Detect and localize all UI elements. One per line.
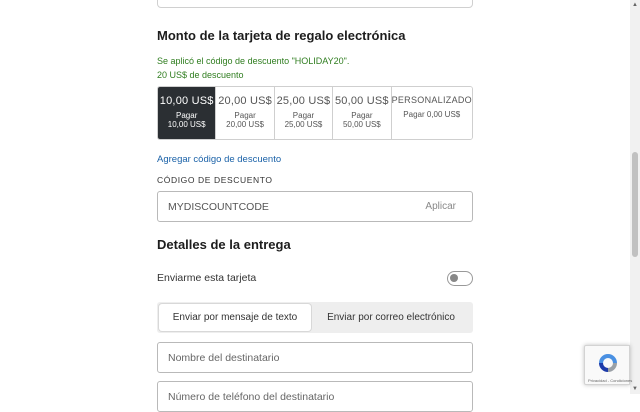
discount-code-input[interactable] xyxy=(158,192,398,221)
amount-pay-value: 50,00 US$ xyxy=(342,120,381,129)
recipient-name-field xyxy=(157,342,473,373)
amount-pay-value: 25,00 US$ xyxy=(284,120,323,129)
add-discount-code-link[interactable]: Agregar código de descuento xyxy=(157,154,281,165)
send-to-me-toggle[interactable] xyxy=(447,271,473,286)
amount-pay-value: 20,00 US$ xyxy=(226,120,264,129)
delivery-details-title: Detalles de la entrega xyxy=(157,237,291,252)
discount-code-label: CÓDIGO DE DESCUENTO xyxy=(157,175,273,185)
toggle-knob xyxy=(450,274,458,282)
amount-option-50[interactable]: 50,00 US$ Pagar 50,00 US$ xyxy=(332,87,391,139)
amount-value: 25,00 US$ xyxy=(276,95,331,107)
amount-pay-label: Pagar xyxy=(234,111,256,120)
scroll-up-arrow-icon[interactable]: ▲ xyxy=(632,2,638,8)
scrollbar-thumb[interactable] xyxy=(632,152,638,257)
apply-discount-button[interactable]: Aplicar xyxy=(425,201,456,212)
recipient-phone-field xyxy=(157,381,473,412)
tab-send-by-email[interactable]: Enviar por correo electrónico xyxy=(311,304,471,331)
recipient-name-input[interactable] xyxy=(158,343,398,372)
previous-input-field[interactable] xyxy=(157,0,473,8)
recaptcha-icon xyxy=(599,354,617,372)
amount-value: 50,00 US$ xyxy=(334,95,389,107)
amount-options: 10,00 US$ Pagar 10,00 US$ 20,00 US$ Paga… xyxy=(157,86,473,140)
amount-pay-text: Pagar 0,00 US$ xyxy=(403,110,461,119)
amount-value: 10,00 US$ xyxy=(159,95,214,107)
amount-value: PERSONALIZADO xyxy=(391,95,472,105)
delivery-method-tabs: Enviar por mensaje de texto Enviar por c… xyxy=(157,302,473,333)
amount-pay-label: Pagar xyxy=(351,111,373,120)
recaptcha-badge[interactable]: Privacidad - Condiciones xyxy=(584,345,633,385)
tab-send-by-text[interactable]: Enviar por mensaje de texto xyxy=(159,304,311,331)
send-to-me-label: Enviarme esta tarjeta xyxy=(157,272,257,284)
recaptcha-footer: Privacidad - Condiciones xyxy=(588,378,633,383)
gift-amount-title: Monto de la tarjeta de regalo electrónic… xyxy=(157,28,406,43)
discount-code-field: Aplicar xyxy=(157,191,473,222)
recipient-phone-input[interactable] xyxy=(158,382,398,411)
amount-option-20[interactable]: 20,00 US$ Pagar 20,00 US$ xyxy=(215,87,274,139)
page-scrollbar[interactable]: ▲ ▼ xyxy=(630,0,640,394)
discount-value-message: 20 US$ de descuento xyxy=(157,70,244,80)
amount-value: 20,00 US$ xyxy=(218,95,272,107)
amount-option-custom[interactable]: PERSONALIZADO Pagar 0,00 US$ xyxy=(390,87,472,139)
scroll-down-arrow-icon[interactable]: ▼ xyxy=(632,386,638,392)
amount-pay-label: Pagar xyxy=(292,111,315,120)
amount-pay-label: Pagar xyxy=(176,111,198,120)
discount-applied-message: Se aplicó el código de descuento "HOLIDA… xyxy=(157,56,350,66)
amount-option-10[interactable]: 10,00 US$ Pagar 10,00 US$ xyxy=(158,87,216,139)
amount-option-25[interactable]: 25,00 US$ Pagar 25,00 US$ xyxy=(273,87,333,139)
amount-pay-value: 10,00 US$ xyxy=(167,120,206,129)
